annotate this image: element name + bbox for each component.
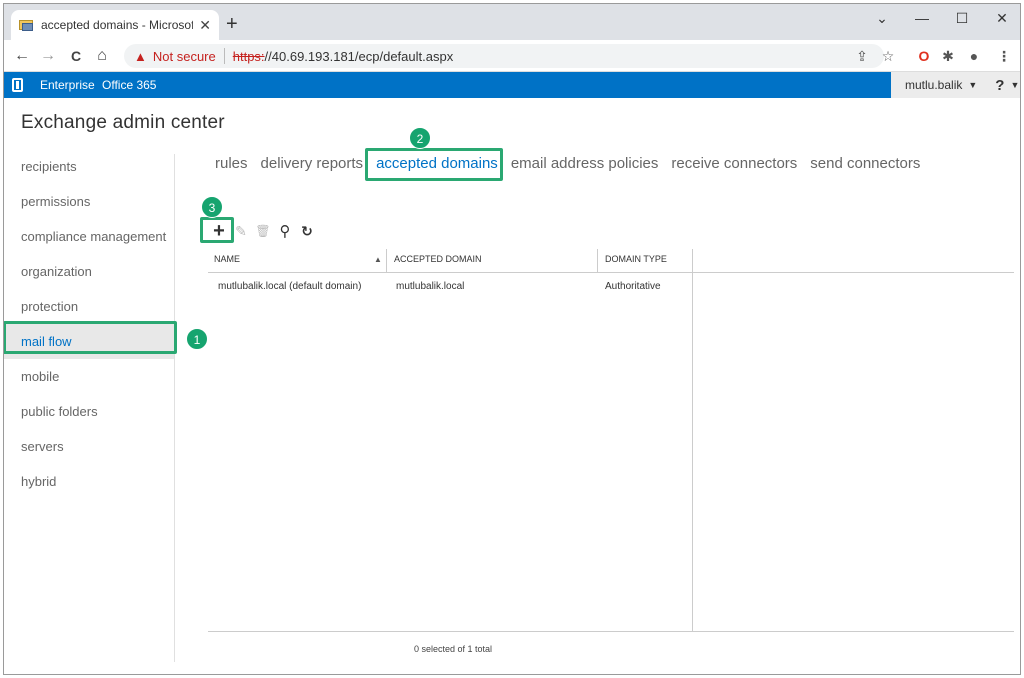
mail-flow-tabs: rules delivery reports accepted domains … <box>215 155 933 172</box>
tab-receive-connectors[interactable]: receive connectors <box>671 155 797 172</box>
tab-send-connectors[interactable]: send connectors <box>810 155 920 172</box>
nav-item-public-folders[interactable]: public folders <box>4 394 174 429</box>
tab-delivery-reports[interactable]: delivery reports <box>261 155 364 172</box>
search-icon[interactable]: ⚲ <box>275 221 295 241</box>
exchange-favicon-icon <box>19 18 33 32</box>
refresh-icon[interactable]: ↻ <box>297 221 317 241</box>
selection-status: 0 selected of 1 total <box>414 644 493 654</box>
sort-ascending-icon[interactable]: ▲ <box>374 246 382 273</box>
url-separator <box>223 48 225 64</box>
url-path: //40.69.193.181/ecp/default.aspx <box>264 48 454 64</box>
table-row[interactable]: mutlubalik.local (default domain) mutlub… <box>208 281 1014 299</box>
help-icon[interactable]: ? <box>995 77 1004 94</box>
nav-item-mobile[interactable]: mobile <box>4 359 174 394</box>
tab-title: accepted domains - Microsoft Ex <box>41 18 194 32</box>
cell-name: mutlubalik.local (default domain) <box>218 281 362 292</box>
office365-navbar: Enterprise Office 365 mutlu.balik ▼ ? ▼ <box>4 72 1020 98</box>
extension-opera-icon[interactable]: O <box>914 46 934 66</box>
step-badge-1: 1 <box>186 328 208 350</box>
close-window-icon[interactable]: ✕ <box>982 8 1020 28</box>
user-menu-area: mutlu.balik ▼ ? ▼ <box>891 72 1020 98</box>
nav-item-permissions[interactable]: permissions <box>4 184 174 219</box>
reload-icon[interactable]: C <box>66 46 86 66</box>
tab-search-icon[interactable]: ⌄ <box>862 8 902 28</box>
home-icon[interactable]: ⌂ <box>92 46 112 66</box>
step-badge-2: 2 <box>409 127 431 149</box>
user-caret-icon[interactable]: ▼ <box>968 80 977 90</box>
column-header-name[interactable]: NAME <box>208 246 240 273</box>
column-separator <box>597 249 598 273</box>
accepted-domains-grid: NAME ▲ ACCEPTED DOMAIN DOMAIN TYPE mutlu… <box>208 246 1014 631</box>
edit-icon[interactable]: ✎ <box>231 221 251 241</box>
cell-accepted-domain: mutlubalik.local <box>396 281 465 292</box>
tab-rules[interactable]: rules <box>215 155 248 172</box>
browser-menu-icon[interactable]: ⋮ <box>994 46 1014 66</box>
maximize-icon[interactable]: ☐ <box>942 8 982 28</box>
grid-header: NAME ▲ ACCEPTED DOMAIN DOMAIN TYPE <box>208 246 1014 273</box>
url-scheme: https: <box>232 48 265 64</box>
nav-item-organization[interactable]: organization <box>4 254 174 289</box>
bookmark-star-icon[interactable]: ☆ <box>878 46 898 66</box>
grid-bottom-border <box>208 631 1014 632</box>
nav-item-compliance-management[interactable]: compliance management <box>4 219 174 254</box>
nav-item-servers[interactable]: servers <box>4 429 174 464</box>
browser-tab[interactable]: accepted domains - Microsoft Ex ✕ <box>11 10 219 40</box>
cell-domain-type: Authoritative <box>605 281 661 292</box>
column-separator <box>386 249 387 273</box>
back-icon[interactable]: ← <box>12 46 32 66</box>
highlight-mail-flow <box>4 321 177 354</box>
tab-close-icon[interactable]: ✕ <box>199 17 211 34</box>
column-header-domain-type[interactable]: DOMAIN TYPE <box>599 246 667 273</box>
nav-item-recipients[interactable]: recipients <box>4 149 174 184</box>
step-badge-3: 3 <box>201 196 223 218</box>
forward-icon[interactable]: → <box>38 46 58 66</box>
help-caret-icon[interactable]: ▼ <box>1010 80 1019 90</box>
tab-email-address-policies[interactable]: email address policies <box>511 155 659 172</box>
share-icon[interactable]: ⇪ <box>852 46 872 66</box>
user-name[interactable]: mutlu.balik <box>905 78 962 92</box>
new-tab-icon[interactable]: + <box>226 14 238 34</box>
extensions-puzzle-icon[interactable]: ✱ <box>938 46 958 66</box>
enterprise-link[interactable]: Enterprise <box>40 78 95 92</box>
column-header-accepted-domain[interactable]: ACCEPTED DOMAIN <box>388 246 482 273</box>
not-secure-label[interactable]: Not secure <box>153 49 216 64</box>
nav-item-protection[interactable]: protection <box>4 289 174 324</box>
tab-strip: accepted domains - Microsoft Ex ✕ + ⌄ — … <box>4 4 1020 40</box>
highlight-add-button <box>200 217 234 243</box>
profile-avatar-icon[interactable]: ● <box>964 46 984 66</box>
highlight-accepted-domains <box>365 148 503 181</box>
minimize-icon[interactable]: — <box>902 8 942 28</box>
browser-window: accepted domains - Microsoft Ex ✕ + ⌄ — … <box>3 3 1021 675</box>
url-field[interactable]: ▲ Not secure https: //40.69.193.181/ecp/… <box>124 44 884 68</box>
nav-item-hybrid[interactable]: hybrid <box>4 464 174 499</box>
office365-link[interactable]: Office 365 <box>102 78 156 92</box>
warning-icon: ▲ <box>134 48 147 64</box>
office-logo-icon[interactable] <box>12 78 23 92</box>
grid-column-divider <box>692 273 693 631</box>
delete-icon[interactable]: 🗑 <box>253 221 273 241</box>
address-bar-row: ← → C ⌂ ▲ Not secure https: //40.69.193.… <box>4 40 1020 72</box>
page-title: Exchange admin center <box>21 112 225 133</box>
nav-divider <box>174 154 175 662</box>
column-separator <box>692 249 693 273</box>
